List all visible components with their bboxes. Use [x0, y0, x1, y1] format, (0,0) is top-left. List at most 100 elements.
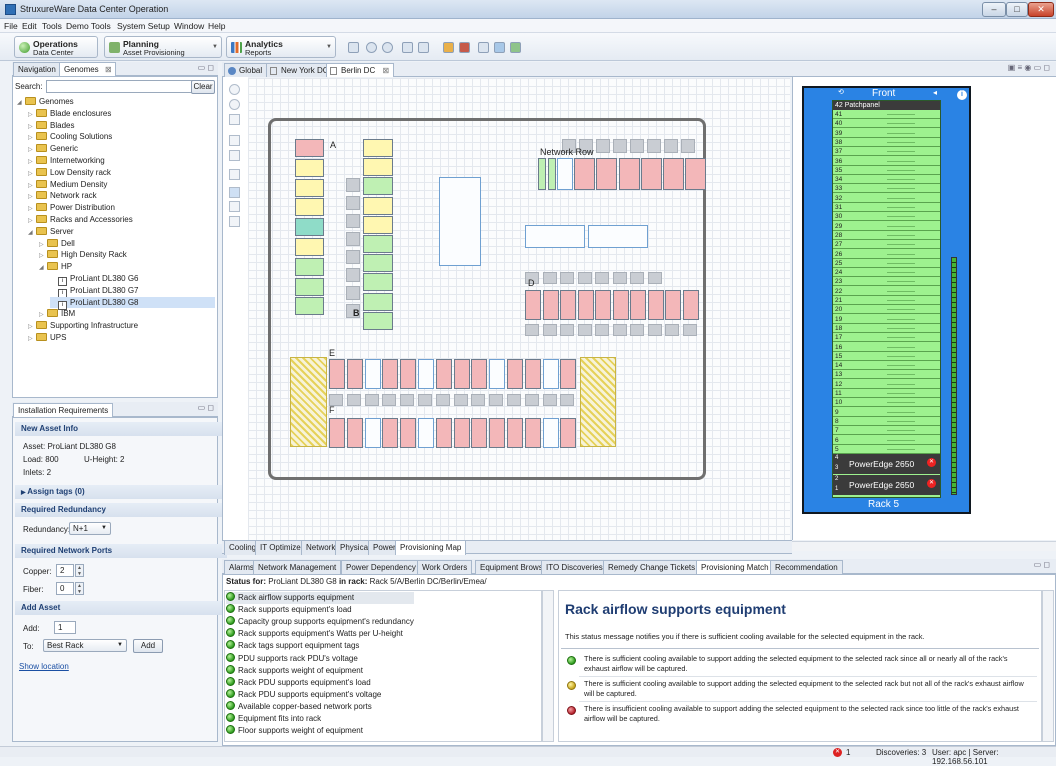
close-icon[interactable]: ⊠: [105, 63, 112, 76]
show-location-link[interactable]: Show location: [19, 662, 69, 671]
tree-node[interactable]: ▷ Network rack: [28, 190, 97, 201]
check-row[interactable]: Rack supports weight of equipment: [226, 664, 363, 677]
patchpanel-device[interactable]: 42 Patchpanel: [833, 101, 940, 110]
rack-row-e[interactable]: [400, 359, 417, 389]
import-icon[interactable]: [510, 42, 521, 53]
tree-node[interactable]: i ProLiant DL380 G8: [50, 296, 215, 310]
rack-network-row[interactable]: [557, 158, 573, 190]
rack-row-e[interactable]: [507, 359, 523, 389]
select-icon[interactable]: [229, 187, 240, 198]
layout-icon[interactable]: [229, 169, 240, 180]
tree-node[interactable]: ▷ Racks and Accessories: [28, 214, 133, 225]
export-icon[interactable]: [494, 42, 505, 53]
rack-network-row[interactable]: [641, 158, 662, 190]
tree-node[interactable]: ▷ Internetworking: [28, 155, 105, 166]
rack-row-e[interactable]: [453, 359, 470, 389]
rack-row-f[interactable]: [489, 418, 506, 448]
rack-unit-slot[interactable]: 11: [833, 389, 940, 398]
redundancy-select[interactable]: N+1 ▼: [69, 522, 111, 535]
expand-down-icon[interactable]: ◢: [39, 263, 47, 274]
rack-network-row[interactable]: [538, 158, 546, 190]
rack-unit-slot[interactable]: 19: [833, 315, 940, 324]
tab-provisioning-match[interactable]: Provisioning Match: [696, 560, 774, 574]
rack-row-b[interactable]: [363, 235, 393, 253]
rack-row-e[interactable]: [471, 359, 488, 389]
tab-remedy-change-tickets[interactable]: Remedy Change Tickets: [603, 560, 701, 574]
rack-row-b[interactable]: [363, 177, 393, 196]
floor-tile[interactable]: [647, 272, 662, 284]
rack-row-a[interactable]: [295, 277, 324, 296]
rack-unit-slot[interactable]: 33: [833, 184, 940, 194]
tab-global[interactable]: Global: [224, 63, 268, 77]
rack-row-b[interactable]: [363, 196, 393, 215]
save-icon[interactable]: [348, 42, 359, 53]
menu-system-setup[interactable]: System Setup: [117, 21, 170, 31]
floor-tile[interactable]: [664, 139, 678, 153]
floor-tile[interactable]: [542, 324, 557, 336]
floor-tile[interactable]: [507, 394, 521, 406]
minimize-button[interactable]: –: [982, 2, 1006, 17]
floor-tile[interactable]: [435, 394, 450, 406]
rack-row-f[interactable]: [346, 418, 363, 448]
rack-unit-slot[interactable]: 24: [833, 268, 940, 278]
floor-tile[interactable]: [418, 394, 432, 406]
floor-tile[interactable]: [400, 394, 415, 406]
rack-row-b[interactable]: [363, 292, 393, 311]
equipment-cabinet[interactable]: [439, 177, 481, 266]
move-icon[interactable]: [229, 201, 240, 212]
close-button[interactable]: ✕: [1028, 2, 1054, 17]
view-controls-icon[interactable]: ▣ ≡ ◉ ▭ ◻: [1008, 63, 1050, 72]
floor-tile[interactable]: [630, 272, 644, 284]
menu-help[interactable]: Help: [208, 21, 225, 31]
tab-installation-requirements[interactable]: Installation Requirements: [13, 403, 114, 417]
tab-genomes[interactable]: Genomes ⊠: [59, 62, 116, 76]
rack-unit-slot[interactable]: 12: [833, 380, 940, 389]
check-row[interactable]: Available copper-based network ports: [226, 700, 372, 713]
rack-row-f[interactable]: [400, 418, 417, 448]
perspective-planning[interactable]: Planning Asset Provisioning ▼: [104, 36, 222, 58]
rack-network-row[interactable]: [548, 158, 556, 190]
rack-unit-slot[interactable]: 31: [833, 203, 940, 212]
floor-tile[interactable]: [647, 324, 662, 336]
rack-unit-slot[interactable]: 38: [833, 138, 940, 147]
floor-tile[interactable]: [681, 139, 695, 153]
tree-node[interactable]: ▷ IBM: [39, 308, 75, 319]
tab-new-york-dc[interactable]: New York DC: [266, 63, 334, 77]
rack-row-e[interactable]: [418, 359, 434, 389]
close-icon[interactable]: ⊠: [383, 64, 390, 77]
rack-unit-slot[interactable]: 29: [833, 222, 940, 231]
floor-tile[interactable]: [346, 232, 360, 246]
tab-provisioning-map[interactable]: Provisioning Map: [395, 541, 467, 555]
rack-unit-slot[interactable]: 7: [833, 426, 940, 436]
rack-row-f[interactable]: [418, 418, 434, 448]
rack-row-e[interactable]: [329, 359, 345, 389]
check-row[interactable]: Rack PDU supports equipment's load: [226, 676, 371, 689]
rack-row-d[interactable]: [682, 290, 699, 320]
checks-scrollbar[interactable]: [542, 590, 554, 742]
link-icon[interactable]: [478, 42, 489, 53]
rotate-icon[interactable]: ⟲: [838, 88, 844, 96]
arrow-left-icon[interactable]: ◂: [933, 88, 937, 97]
rack-row-a[interactable]: [295, 178, 324, 197]
rack-row-f[interactable]: [435, 418, 452, 448]
rack-row-d[interactable]: [542, 290, 559, 320]
rack-unit-slot[interactable]: 20: [833, 305, 940, 315]
detail-scrollbar[interactable]: [1042, 590, 1054, 742]
rack-row-d[interactable]: [630, 290, 646, 320]
tree-node[interactable]: i ProLiant DL380 G7: [50, 285, 139, 298]
floor-tile[interactable]: [577, 272, 592, 284]
floor-tile[interactable]: [346, 196, 360, 210]
rack-row-e[interactable]: [542, 359, 559, 389]
rack-row-b[interactable]: [363, 311, 393, 330]
rack-unit-slot[interactable]: 35: [833, 166, 940, 175]
chart-icon[interactable]: [459, 42, 470, 53]
rack-row-f[interactable]: [507, 418, 523, 448]
check-row[interactable]: Rack supports equipment's load: [226, 604, 352, 616]
floor-tile[interactable]: [346, 214, 360, 228]
tab-ito-discoveries[interactable]: ITO Discoveries: [541, 560, 608, 574]
floor-tile[interactable]: [364, 394, 379, 406]
minimize-view-icon[interactable]: ▭ ◻: [198, 63, 214, 72]
menu-file[interactable]: File: [4, 21, 18, 31]
rack-icon[interactable]: [229, 135, 240, 146]
floor-plan-map[interactable]: A B Network Row D E F: [248, 78, 790, 540]
